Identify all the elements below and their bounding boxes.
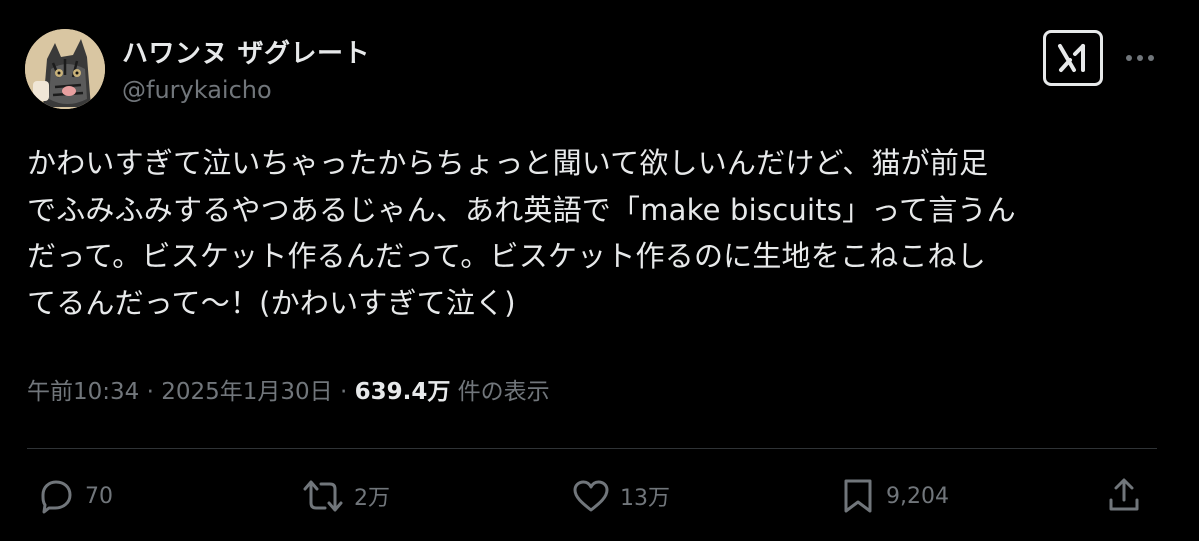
bookmark-count: 9,204: [886, 483, 949, 509]
grok-button[interactable]: [1043, 30, 1103, 86]
cat-avatar-icon[interactable]: [25, 29, 105, 109]
reply-count: 70: [85, 483, 113, 509]
bookmark-button[interactable]: 9,204: [838, 474, 949, 518]
retweet-button[interactable]: 2万: [300, 474, 390, 518]
views-label: 件の表示: [450, 379, 550, 405]
retweet-count: 2万: [354, 486, 390, 511]
like-button[interactable]: 13万: [570, 474, 670, 518]
more-button[interactable]: [1120, 40, 1160, 76]
meta-separator: ·: [139, 379, 162, 405]
meta-separator: ·: [332, 379, 355, 405]
tweet-meta: 午前10:34 · 2025年1月30日 · 639.4万 件の表示: [27, 372, 550, 406]
display-name[interactable]: ハワンヌ ザグレート: [122, 33, 370, 70]
views-count[interactable]: 639.4万: [355, 379, 451, 405]
divider: [27, 448, 1157, 449]
retweet-icon: [303, 480, 343, 512]
like-count: 13万: [620, 486, 670, 511]
heart-icon: [573, 480, 609, 512]
tweet: ハワンヌ ザグレート @furykaicho かわいすぎて泣いちゃったからちょっ…: [0, 0, 1199, 541]
tweet-date[interactable]: 2025年1月30日: [161, 379, 332, 405]
reply-icon: [41, 480, 72, 514]
tweet-text: かわいすぎて泣いちゃったからちょっと聞いて欲しいんだけど、猫が前足 でふみふみす…: [27, 146, 1016, 320]
user-handle[interactable]: @furykaicho: [122, 76, 272, 104]
more-horizontal-icon: [1126, 55, 1154, 61]
tweet-time[interactable]: 午前10:34: [27, 379, 139, 405]
bookmark-icon: [844, 479, 872, 513]
share-icon: [1109, 478, 1139, 511]
grok-icon: [1058, 44, 1085, 72]
share-button[interactable]: [1104, 474, 1144, 518]
reply-button[interactable]: 70: [35, 474, 113, 518]
